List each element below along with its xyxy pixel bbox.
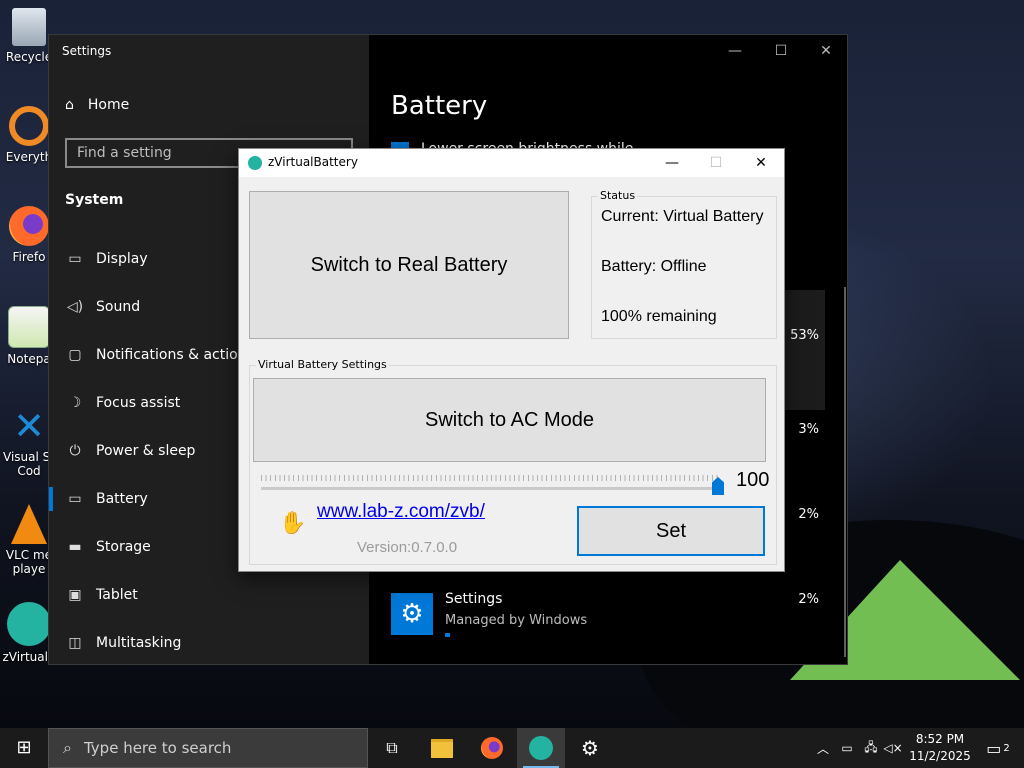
- maximize-button[interactable]: ☐: [694, 151, 738, 175]
- status-legend: Status: [598, 189, 638, 202]
- network-icon: 🖧: [864, 739, 878, 754]
- storage-icon: ▬: [68, 539, 82, 555]
- status-group: Status Current: Virtual Battery Battery:…: [591, 189, 777, 339]
- firefox-taskbar-button[interactable]: [468, 728, 516, 768]
- search-icon: ⌕: [63, 738, 72, 757]
- nav-label: Multitasking: [96, 635, 182, 651]
- selected-indicator: [49, 487, 53, 511]
- notifications-icon: ▢: [68, 347, 82, 363]
- everything-search-icon: [9, 106, 49, 146]
- app-name: Settings: [445, 591, 503, 607]
- usage-percent: 53%: [790, 328, 819, 343]
- usage-percent: 2%: [798, 507, 819, 522]
- switch-ac-mode-button[interactable]: Switch to AC Mode: [253, 378, 766, 462]
- notification-icon: ▭: [986, 738, 1002, 758]
- taskbar-search-box[interactable]: ⌕ Type here to search: [48, 728, 368, 768]
- battery-level-slider[interactable]: [261, 487, 721, 490]
- power-icon: ⏻: [69, 443, 81, 459]
- notification-center-button[interactable]: ▭ 2: [980, 728, 1016, 768]
- usage-bar: [445, 633, 450, 637]
- volume-tray-icon[interactable]: ◁×: [882, 728, 904, 768]
- clock-time: 8:52 PM: [915, 732, 965, 746]
- file-explorer-icon: [431, 738, 453, 758]
- status-battery: Battery: Offline: [601, 258, 707, 275]
- nav-label: Focus assist: [96, 395, 181, 411]
- tablet-icon: ▣: [68, 587, 82, 603]
- nav-label: Tablet: [96, 587, 138, 603]
- home-label: Home: [87, 97, 130, 113]
- volume-muted-icon: ◁×: [883, 741, 903, 755]
- nav-item-tablet[interactable]: ▣ Tablet: [49, 571, 369, 619]
- page-title: Battery: [391, 91, 488, 121]
- slider-value: 100: [736, 469, 770, 491]
- settings-taskbar-button[interactable]: ⚙: [566, 728, 614, 768]
- status-remaining: 100% remaining: [601, 308, 717, 325]
- zvirtualbattery-taskbar-button[interactable]: [517, 728, 565, 768]
- vlc-icon: [11, 504, 47, 544]
- nav-item-multitasking[interactable]: ◫ Multitasking: [49, 619, 369, 667]
- status-current: Current: Virtual Battery: [601, 208, 764, 225]
- battery-icon: ▭: [68, 491, 82, 507]
- settings-gear-icon: ⚙: [391, 593, 433, 635]
- hand-wave-icon: ✋: [279, 511, 307, 536]
- vscode-icon: ✕: [13, 404, 45, 448]
- notepad-icon: [8, 306, 50, 348]
- network-tray-icon[interactable]: 🖧: [860, 728, 882, 768]
- clock[interactable]: 8:52 PM 11/2/2025: [903, 731, 977, 765]
- search-placeholder: Type here to search: [83, 739, 232, 757]
- title-bar[interactable]: zVirtualBattery — ☐ ✕: [239, 149, 784, 177]
- switch-real-battery-button[interactable]: Switch to Real Battery: [249, 191, 569, 339]
- settings-icon: ⚙: [581, 736, 599, 760]
- close-button[interactable]: ✕: [739, 151, 783, 175]
- nav-label: Battery: [96, 491, 148, 507]
- multitasking-icon: ◫: [68, 635, 82, 651]
- window-title: Settings: [62, 44, 112, 58]
- battery-tray-icon[interactable]: ▭: [836, 728, 858, 768]
- version-label: Version:0.7.0.0: [357, 539, 458, 556]
- nav-label: Storage: [96, 539, 151, 555]
- zvirtualbattery-window: zVirtualBattery — ☐ ✕ Switch to Real Bat…: [238, 148, 785, 572]
- scrollbar[interactable]: [844, 287, 846, 657]
- display-icon: ▭: [68, 251, 82, 267]
- battery-icon: ▭: [841, 741, 853, 755]
- windows-start-icon[interactable]: ⊞: [0, 728, 48, 768]
- website-link[interactable]: www.lab-z.com/zvb/: [317, 501, 485, 523]
- nav-label: Notifications & actions: [96, 347, 254, 363]
- nav-label: Sound: [96, 299, 141, 315]
- firefox-icon: [9, 206, 49, 246]
- set-button[interactable]: Set: [577, 506, 765, 556]
- chevron-up-icon: ︿: [816, 741, 829, 756]
- home-link[interactable]: ⌂ Home: [65, 97, 129, 113]
- zvirtualbattery-app-icon: [248, 156, 262, 170]
- sound-icon: ◁): [66, 299, 84, 315]
- nav-label: Display: [96, 251, 148, 267]
- zvirtualbattery-icon: [7, 602, 51, 646]
- firefox-icon: [481, 737, 503, 759]
- focus-assist-icon: ☽: [68, 395, 82, 411]
- notification-count: 2: [1003, 742, 1010, 754]
- minimize-button[interactable]: —: [650, 151, 694, 175]
- settings-legend: Virtual Battery Settings: [256, 358, 389, 371]
- section-title: System: [65, 192, 124, 208]
- app-subtitle: Managed by Windows: [445, 613, 588, 628]
- close-button[interactable]: ✕: [812, 41, 840, 61]
- minimize-button[interactable]: —: [721, 41, 749, 61]
- usage-percent: 2%: [798, 592, 819, 607]
- home-icon: ⌂: [65, 97, 74, 113]
- show-hidden-icons-button[interactable]: ︿: [812, 728, 834, 768]
- recycle-bin-icon: [12, 8, 46, 46]
- task-view-button[interactable]: ⧉: [368, 728, 416, 768]
- slider-ticks: [261, 475, 721, 481]
- nav-label: Power & sleep: [96, 443, 196, 459]
- file-explorer-button[interactable]: [418, 728, 466, 768]
- clock-date: 11/2/2025: [909, 749, 971, 763]
- zvirtualbattery-icon: [529, 736, 553, 760]
- maximize-button[interactable]: ☐: [767, 41, 795, 61]
- taskbar: ⊞ ⌕ Type here to search ⧉ ⚙ ︿ ▭ 🖧 ◁× 8:5…: [0, 728, 1024, 768]
- usage-percent: 3%: [798, 422, 819, 437]
- task-view-icon: ⧉: [386, 738, 398, 757]
- window-title: zVirtualBattery: [268, 155, 358, 169]
